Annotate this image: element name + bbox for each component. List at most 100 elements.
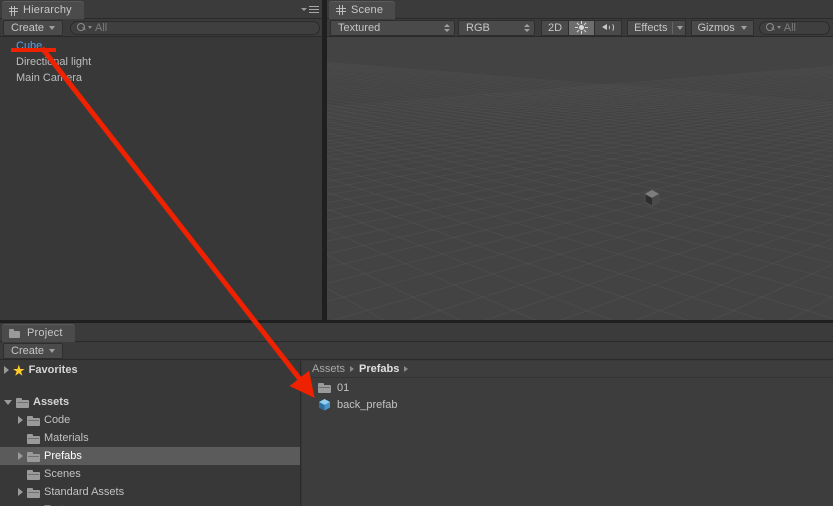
hierarchy-toolbar: Create All bbox=[0, 19, 322, 37]
twisty-placeholder bbox=[18, 434, 23, 442]
scene-draw-mode-dropdown[interactable]: Textured bbox=[330, 19, 455, 36]
chevron-right-icon[interactable] bbox=[18, 488, 23, 496]
sun-ray bbox=[581, 31, 583, 34]
audio-icon bbox=[601, 22, 615, 33]
project-toolbar: Create bbox=[0, 342, 833, 360]
chevron-right-icon bbox=[404, 366, 409, 372]
scene-search-input[interactable]: All bbox=[758, 20, 830, 35]
scene-search-placeholder: All bbox=[783, 21, 797, 34]
hierarchy-create-button[interactable]: Create bbox=[3, 19, 64, 36]
project-tree-item-assets[interactable]: Assets bbox=[0, 393, 300, 411]
project-tree-label: Standard Assets bbox=[44, 486, 125, 498]
project-tree-label: Assets bbox=[33, 396, 70, 408]
hierarchy-item-directional-light[interactable]: Directional light bbox=[0, 54, 322, 70]
scene-gizmos-label: Gizmos bbox=[697, 21, 735, 34]
project-create-label: Create bbox=[11, 344, 45, 357]
project-tree-label: Favorites bbox=[28, 364, 78, 376]
sun-ray bbox=[581, 21, 583, 24]
chevron-right-icon bbox=[350, 366, 355, 372]
project-tree-item-prefabs[interactable]: Prefabs bbox=[0, 447, 300, 465]
tab-scene-label: Scene bbox=[351, 4, 384, 16]
project-item-01[interactable]: 01 bbox=[302, 379, 833, 396]
folder-icon bbox=[27, 451, 40, 462]
project-panel: Project Create ★ Favorites Assets Code M… bbox=[0, 323, 833, 506]
scene-2d-toggle[interactable]: 2D bbox=[541, 19, 570, 36]
hierarchy-item-label: Cube bbox=[16, 40, 43, 52]
scene-tabbar: Scene bbox=[327, 0, 833, 19]
project-item-back-prefab[interactable]: back_prefab bbox=[302, 396, 833, 413]
scene-toolbar: Textured RGB 2D Effects Gizmos All bbox=[327, 19, 833, 37]
hierarchy-icon bbox=[9, 5, 18, 16]
panel-menu-icon[interactable] bbox=[301, 4, 319, 15]
scene-grid-icon bbox=[336, 5, 346, 15]
chevron-right-icon[interactable] bbox=[4, 366, 9, 374]
tab-hierarchy-label: Hierarchy bbox=[23, 4, 72, 16]
scene-panel: Scene Textured RGB 2D Effects Gizmos All bbox=[327, 0, 833, 320]
chevron-down-icon[interactable] bbox=[4, 399, 12, 405]
hierarchy-search-input[interactable]: All bbox=[70, 20, 321, 35]
project-create-button[interactable]: Create bbox=[3, 342, 64, 359]
search-filter-chevron-icon bbox=[88, 26, 93, 29]
project-item-list: 01 back_prefab bbox=[302, 379, 833, 506]
chevron-right-icon[interactable] bbox=[18, 416, 23, 424]
search-filter-chevron-icon bbox=[776, 26, 781, 29]
project-tree-item-textures[interactable]: Textures bbox=[0, 501, 300, 506]
scene-gizmos-dropdown[interactable]: Gizmos bbox=[690, 19, 754, 36]
hierarchy-create-label: Create bbox=[11, 21, 45, 34]
tab-hierarchy[interactable]: Hierarchy bbox=[2, 1, 84, 19]
folder-icon bbox=[27, 433, 40, 444]
sun-ray bbox=[583, 29, 587, 33]
updown-chevron-icon bbox=[444, 23, 450, 32]
project-tree-item-materials[interactable]: Materials bbox=[0, 429, 300, 447]
sun-ray bbox=[575, 27, 579, 28]
project-tree-item-standard-assets[interactable]: Standard Assets bbox=[0, 483, 300, 501]
chevron-down-icon bbox=[740, 25, 747, 30]
folder-icon bbox=[27, 415, 40, 426]
folder-icon bbox=[318, 382, 331, 393]
project-item-label: 01 bbox=[337, 381, 350, 394]
scene-draw-mode-label: Textured bbox=[338, 21, 381, 34]
project-tree-label: Prefabs bbox=[44, 450, 82, 462]
scene-color-mode-dropdown[interactable]: RGB bbox=[458, 19, 535, 36]
cube-object bbox=[644, 189, 660, 207]
scene-grid bbox=[327, 62, 833, 320]
project-tree: ★ Favorites Assets Code Materials Prefab… bbox=[0, 361, 301, 506]
hierarchy-tabbar: Hierarchy bbox=[0, 0, 322, 19]
project-tabbar: Project bbox=[0, 323, 833, 342]
project-tree-item-favorites[interactable]: ★ Favorites bbox=[0, 361, 300, 379]
prefab-cube-icon bbox=[318, 398, 331, 411]
scene-effects-label: Effects bbox=[634, 21, 668, 34]
star-icon: ★ bbox=[13, 362, 25, 378]
hierarchy-item-main-camera[interactable]: Main Camera bbox=[0, 70, 322, 86]
tab-project[interactable]: Project bbox=[2, 324, 75, 342]
sun-ray bbox=[583, 22, 587, 26]
chevron-right-icon[interactable] bbox=[18, 452, 23, 460]
project-tree-item-code[interactable]: Code bbox=[0, 411, 300, 429]
breadcrumb-item-prefabs[interactable]: Prefabs bbox=[359, 363, 399, 375]
scene-viewport[interactable] bbox=[327, 37, 833, 320]
hierarchy-search-placeholder: All bbox=[95, 21, 108, 34]
updown-chevron-icon bbox=[524, 23, 530, 32]
folder-icon bbox=[16, 397, 29, 408]
search-icon bbox=[77, 23, 86, 32]
chevron-down-icon bbox=[49, 25, 56, 30]
scene-bottom-gap bbox=[327, 320, 833, 322]
sun-ray bbox=[585, 27, 589, 28]
unity-editor-window: Hierarchy Create All Cube Directional li… bbox=[0, 0, 833, 506]
sun-ray bbox=[576, 29, 580, 33]
scene-lighting-toggle[interactable] bbox=[569, 19, 596, 36]
project-tree-label: Materials bbox=[44, 432, 89, 444]
breadcrumb-item-assets[interactable]: Assets bbox=[312, 363, 345, 375]
folder-icon bbox=[27, 469, 40, 480]
hierarchy-list: Cube Directional light Main Camera bbox=[0, 38, 322, 320]
project-item-label: back_prefab bbox=[337, 398, 398, 411]
chevron-down-icon bbox=[49, 348, 56, 353]
tab-project-label: Project bbox=[27, 327, 63, 339]
tab-scene[interactable]: Scene bbox=[329, 1, 396, 19]
scene-effects-dropdown[interactable]: Effects bbox=[627, 19, 686, 36]
hierarchy-item-cube[interactable]: Cube bbox=[0, 38, 322, 54]
project-tree-item-scenes[interactable]: Scenes bbox=[0, 465, 300, 483]
hierarchy-item-label: Directional light bbox=[16, 56, 92, 68]
scene-audio-toggle[interactable] bbox=[595, 19, 623, 36]
folder-icon bbox=[27, 487, 40, 498]
